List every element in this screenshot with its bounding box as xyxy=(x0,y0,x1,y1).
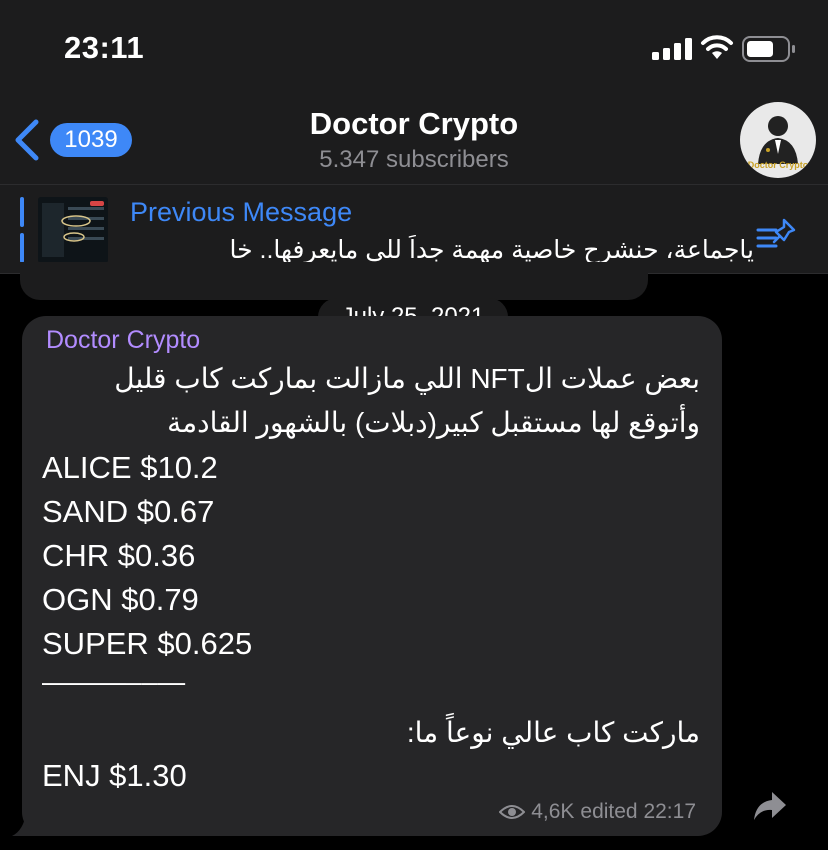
pinned-title: Previous Message xyxy=(130,197,353,227)
battery-icon xyxy=(742,36,795,62)
coin-line: CHR $0.36 xyxy=(42,538,196,573)
status-bar: 23:11 xyxy=(0,0,828,96)
pinned-message-bar[interactable]: Previous Message ياجماعة، حنشرح خاصية مه… xyxy=(0,184,828,274)
message-divider: ———––— xyxy=(42,666,186,697)
avatar-logo-text: Doctor Crypto xyxy=(747,160,809,170)
wifi-icon xyxy=(701,35,733,59)
message-meta: 4,6K edited 22:17 xyxy=(499,800,696,824)
pinned-preview-text: ياجماعة، حنشرح خاصية مهمة جداً للي مايعر… xyxy=(229,236,755,264)
message-intro-line-1: بعض عملات الNFT اللي مازالت بماركت كاب ق… xyxy=(114,363,700,394)
view-count: 4,6K xyxy=(531,800,575,823)
chat-header: 1039 Doctor Crypto 5.347 subscribers Doc… xyxy=(0,96,828,184)
channel-title[interactable]: Doctor Crypto xyxy=(0,106,828,142)
channel-avatar[interactable]: Doctor Crypto xyxy=(740,102,816,178)
high-cap-label: ماركت كاب عالي نوعاً ما: xyxy=(406,717,700,748)
previous-message-bubble xyxy=(20,262,648,300)
coin-line: OGN $0.79 xyxy=(42,582,199,617)
high-cap-coin: ENJ $1.30 xyxy=(42,758,187,793)
share-forward-icon[interactable] xyxy=(752,790,788,822)
message-intro-line-2: وأتوقع لها مستقبل كبير(دبلات) بالشهور ال… xyxy=(167,407,700,438)
subscriber-count: 5.347 subscribers xyxy=(319,146,509,173)
status-time: 23:11 xyxy=(64,30,145,65)
coin-line: SAND $0.67 xyxy=(42,494,215,529)
edited-timestamp: edited 22:17 xyxy=(580,800,696,823)
pin-list-icon[interactable] xyxy=(754,216,800,256)
message-bubble[interactable]: Doctor Crypto بعض عملات الNFT اللي مازال… xyxy=(22,316,722,836)
pinned-thumbnail xyxy=(38,197,108,263)
coin-line: SUPER $0.625 xyxy=(42,626,253,661)
views-eye-icon xyxy=(499,805,526,819)
message-sender[interactable]: Doctor Crypto xyxy=(46,326,200,355)
pinned-indicator xyxy=(20,197,24,263)
cellular-signal-icon xyxy=(652,38,692,60)
coin-line: ALICE $10.2 xyxy=(42,450,218,485)
